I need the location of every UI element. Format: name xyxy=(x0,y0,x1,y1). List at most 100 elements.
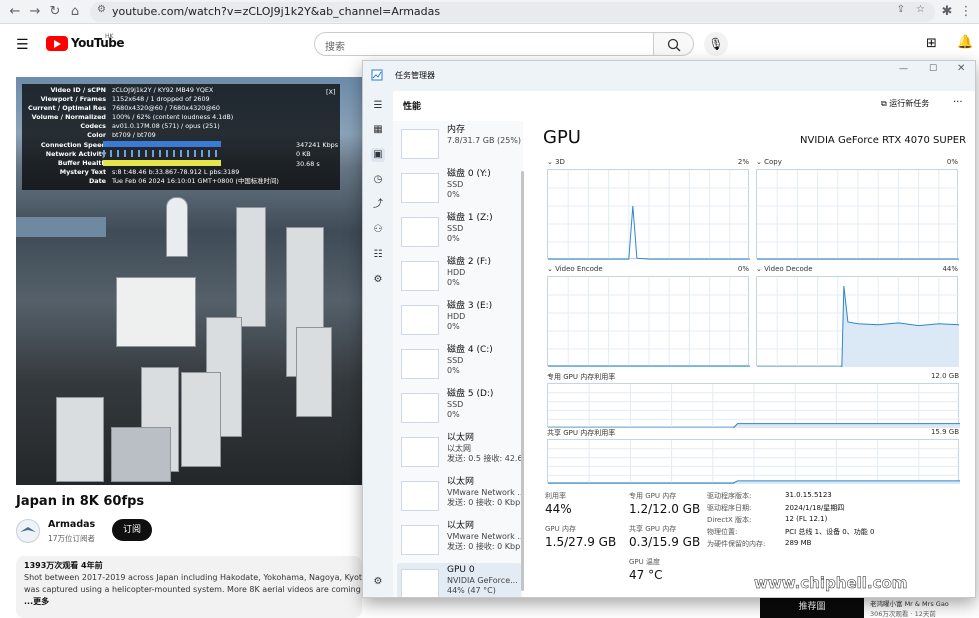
app-history-icon[interactable]: ◷ xyxy=(371,173,385,187)
channel-avatar[interactable] xyxy=(16,519,40,543)
title-bar[interactable]: 任务管理器 — ☐ ✕ xyxy=(363,61,975,91)
device-thumbnail xyxy=(401,525,439,555)
hamburger-menu-icon[interactable]: ☰ xyxy=(371,99,385,113)
device-list-item[interactable]: 磁盘 5 (D:) SSD 0% xyxy=(397,387,521,427)
description-line: Shot between 2017-2019 across Japan incl… xyxy=(24,573,362,582)
chart-dedicated xyxy=(547,383,960,429)
stats-key: Color xyxy=(87,131,106,140)
recommended-thumbnail[interactable]: 推荐圖 xyxy=(760,596,864,618)
microphone-icon[interactable]: 🎙 xyxy=(704,32,728,56)
users-icon[interactable]: ⚇ xyxy=(371,223,385,237)
navigation-rail: ☰ ▦ ▣ ◷ ⤴ ⚇ ☷ ⚙ ⚙ xyxy=(363,91,393,597)
device-list-item[interactable]: 磁盘 2 (F:) HDD 0% xyxy=(397,255,521,295)
startup-apps-icon[interactable]: ⤴ xyxy=(371,198,385,212)
gpu-model: NVIDIA GeForce RTX 4070 SUPER xyxy=(800,135,967,146)
run-new-task-button[interactable]: ⧉ 运行新任务 xyxy=(881,98,929,109)
building xyxy=(56,397,104,482)
detail-key: DirectX 版本: xyxy=(707,516,752,524)
extensions-icon[interactable]: ✱ xyxy=(938,3,956,21)
chart-value-dedicated: 12.0 GB xyxy=(930,372,959,380)
stats-close-button[interactable]: [X] xyxy=(326,88,336,96)
device-list-item[interactable]: 磁盘 4 (C:) SSD 0% xyxy=(397,343,521,383)
list-scrollbar[interactable] xyxy=(521,171,524,591)
chart-label-venc: ⌄ Video Encode xyxy=(547,265,603,273)
processes-icon[interactable]: ▦ xyxy=(371,123,385,137)
stats-row: Video ID / sCPN zCLOJ9j1k2Y / KY92 MB49 Y… xyxy=(28,86,334,95)
hamburger-menu-icon[interactable]: ☰ xyxy=(16,37,29,53)
video-title: Japan in 8K 60fps xyxy=(16,494,145,509)
region-label: HK xyxy=(105,33,114,40)
dedicated-memory-value: 1.2/12.0 GB xyxy=(629,502,701,516)
chart-label-vdec: ⌄ Video Decode xyxy=(756,265,813,273)
dedicated-memory-label: 专用 GPU 内存 xyxy=(629,492,677,500)
device-type: HDD xyxy=(447,312,466,321)
gpu-memory-label: GPU 内存 xyxy=(545,525,576,533)
close-icon[interactable]: ✕ xyxy=(957,63,965,74)
stats-for-nerds-panel: Video ID / sCPN zCLOJ9j1k2Y / KY92 MB49 Y… xyxy=(22,84,340,190)
home-icon[interactable]: ⌂ xyxy=(66,3,84,21)
back-icon[interactable]: ← xyxy=(6,3,24,21)
minimize-icon[interactable]: — xyxy=(899,64,908,74)
device-list: 内存 7.8/31.7 GB (25%) 磁盘 0 (Y:) SSD 0% 磁盘 1 (Z… xyxy=(393,121,525,597)
notifications-bell-icon[interactable]: 🔔 xyxy=(957,35,973,50)
bookmark-star-icon[interactable]: ☆ xyxy=(916,4,925,15)
device-thumbnail xyxy=(401,217,439,247)
chart-value-c3d: 2% xyxy=(737,158,749,166)
device-type: SSD xyxy=(447,180,464,189)
search-input[interactable]: 搜索 xyxy=(314,32,654,56)
device-usage: 发送: 0 接收: 0 Kbp xyxy=(447,498,521,507)
subscribe-button[interactable]: 订阅 xyxy=(112,519,152,541)
stats-row: Volume / Normalized 100% / 62% (content l… xyxy=(28,113,334,122)
connection-speed-value: 347241 Kbps xyxy=(296,141,339,149)
device-list-item[interactable]: 以太网 VMware Network ... 发送: 0 接收: 0 Kbp xyxy=(397,475,525,515)
more-options-button[interactable]: ··· xyxy=(953,97,963,108)
stats-value: s:8 t:48.46 b:33.867-78.912 L pbs:3189 xyxy=(112,167,240,176)
youtube-logo-icon[interactable] xyxy=(46,36,68,51)
forward-icon[interactable]: → xyxy=(26,3,44,21)
device-usage: 44% (47 °C) xyxy=(447,586,496,595)
channel-name[interactable]: Armadas xyxy=(48,519,95,530)
gpu-memory-value: 1.5/27.9 GB xyxy=(545,535,617,549)
services-icon[interactable]: ⚙ xyxy=(371,273,385,287)
stats-value: 7680x4320@60 / 7680x4320@60 xyxy=(112,104,220,113)
device-name: 磁盘 4 (C:) xyxy=(447,345,493,355)
device-list-item[interactable]: GPU 0 NVIDIA GeForce... 44% (47 °C) xyxy=(397,563,521,597)
device-list-item[interactable]: 内存 7.8/31.7 GB (25%) xyxy=(397,123,521,163)
device-list-item[interactable]: 以太网 以太网 发送: 0.5 接收: 42.6 xyxy=(397,431,523,471)
device-list-item[interactable]: 磁盘 1 (Z:) SSD 0% xyxy=(397,211,521,251)
chart-value-vdec: 44% xyxy=(942,265,958,273)
device-list-item[interactable]: 磁盘 0 (Y:) SSD 0% xyxy=(397,167,521,207)
search-button[interactable] xyxy=(654,32,694,56)
menu-icon[interactable]: ⋮ xyxy=(957,3,975,21)
chart-c3d xyxy=(547,169,750,260)
performance-icon[interactable]: ▣ xyxy=(371,148,385,162)
device-thumbnail xyxy=(401,129,439,159)
device-thumbnail xyxy=(401,393,439,423)
settings-icon[interactable]: ⚙ xyxy=(371,575,385,589)
description-box[interactable]: 1393万次观看 4年前 Shot between 2017-2019 acro… xyxy=(16,556,362,618)
create-video-icon[interactable]: ⊞ xyxy=(926,36,937,51)
chiphell-watermark: ch www.chiphell.com xyxy=(754,513,955,593)
address-bar[interactable]: ⚙ youtube.com/watch?v=zCLOJ9j1k2Y&ab_cha… xyxy=(90,2,935,22)
details-icon[interactable]: ☷ xyxy=(371,248,385,262)
stats-row: Current / Optimal Res 7680x4320@60 / 7680… xyxy=(28,104,334,113)
chart-label-copy: ⌄ Copy xyxy=(756,158,782,166)
chart-value-venc: 0% xyxy=(737,265,749,273)
reload-icon[interactable]: ↻ xyxy=(46,3,64,21)
recommended-channel[interactable]: 老鸿曜小富 Mr & Mrs Gao xyxy=(870,598,949,608)
shared-memory-value: 0.3/15.9 GB xyxy=(629,535,701,549)
stats-value: Tue Feb 06 2024 16:10:01 GMT+0800 (中国标准时… xyxy=(112,176,279,185)
landmark-tower xyxy=(166,197,188,257)
stats-key: Network Activity xyxy=(45,149,106,158)
device-list-item[interactable]: 磁盘 3 (E:) HDD 0% xyxy=(397,299,521,339)
device-list-item[interactable]: 以太网 VMware Network ... 发送: 0 接收: 0 Kbp xyxy=(397,519,525,559)
site-info-icon[interactable]: ⚙ xyxy=(97,4,106,15)
maximize-icon[interactable]: ☐ xyxy=(929,64,937,74)
show-more-link[interactable]: ...更多 xyxy=(24,596,354,608)
building xyxy=(181,372,221,467)
stadium-building xyxy=(116,277,196,347)
youtube-logo-text[interactable]: YouTube xyxy=(71,36,125,50)
device-type: 以太网 xyxy=(447,444,471,453)
stats-key: Date xyxy=(88,176,106,185)
share-icon[interactable]: ⇪ xyxy=(897,4,905,15)
